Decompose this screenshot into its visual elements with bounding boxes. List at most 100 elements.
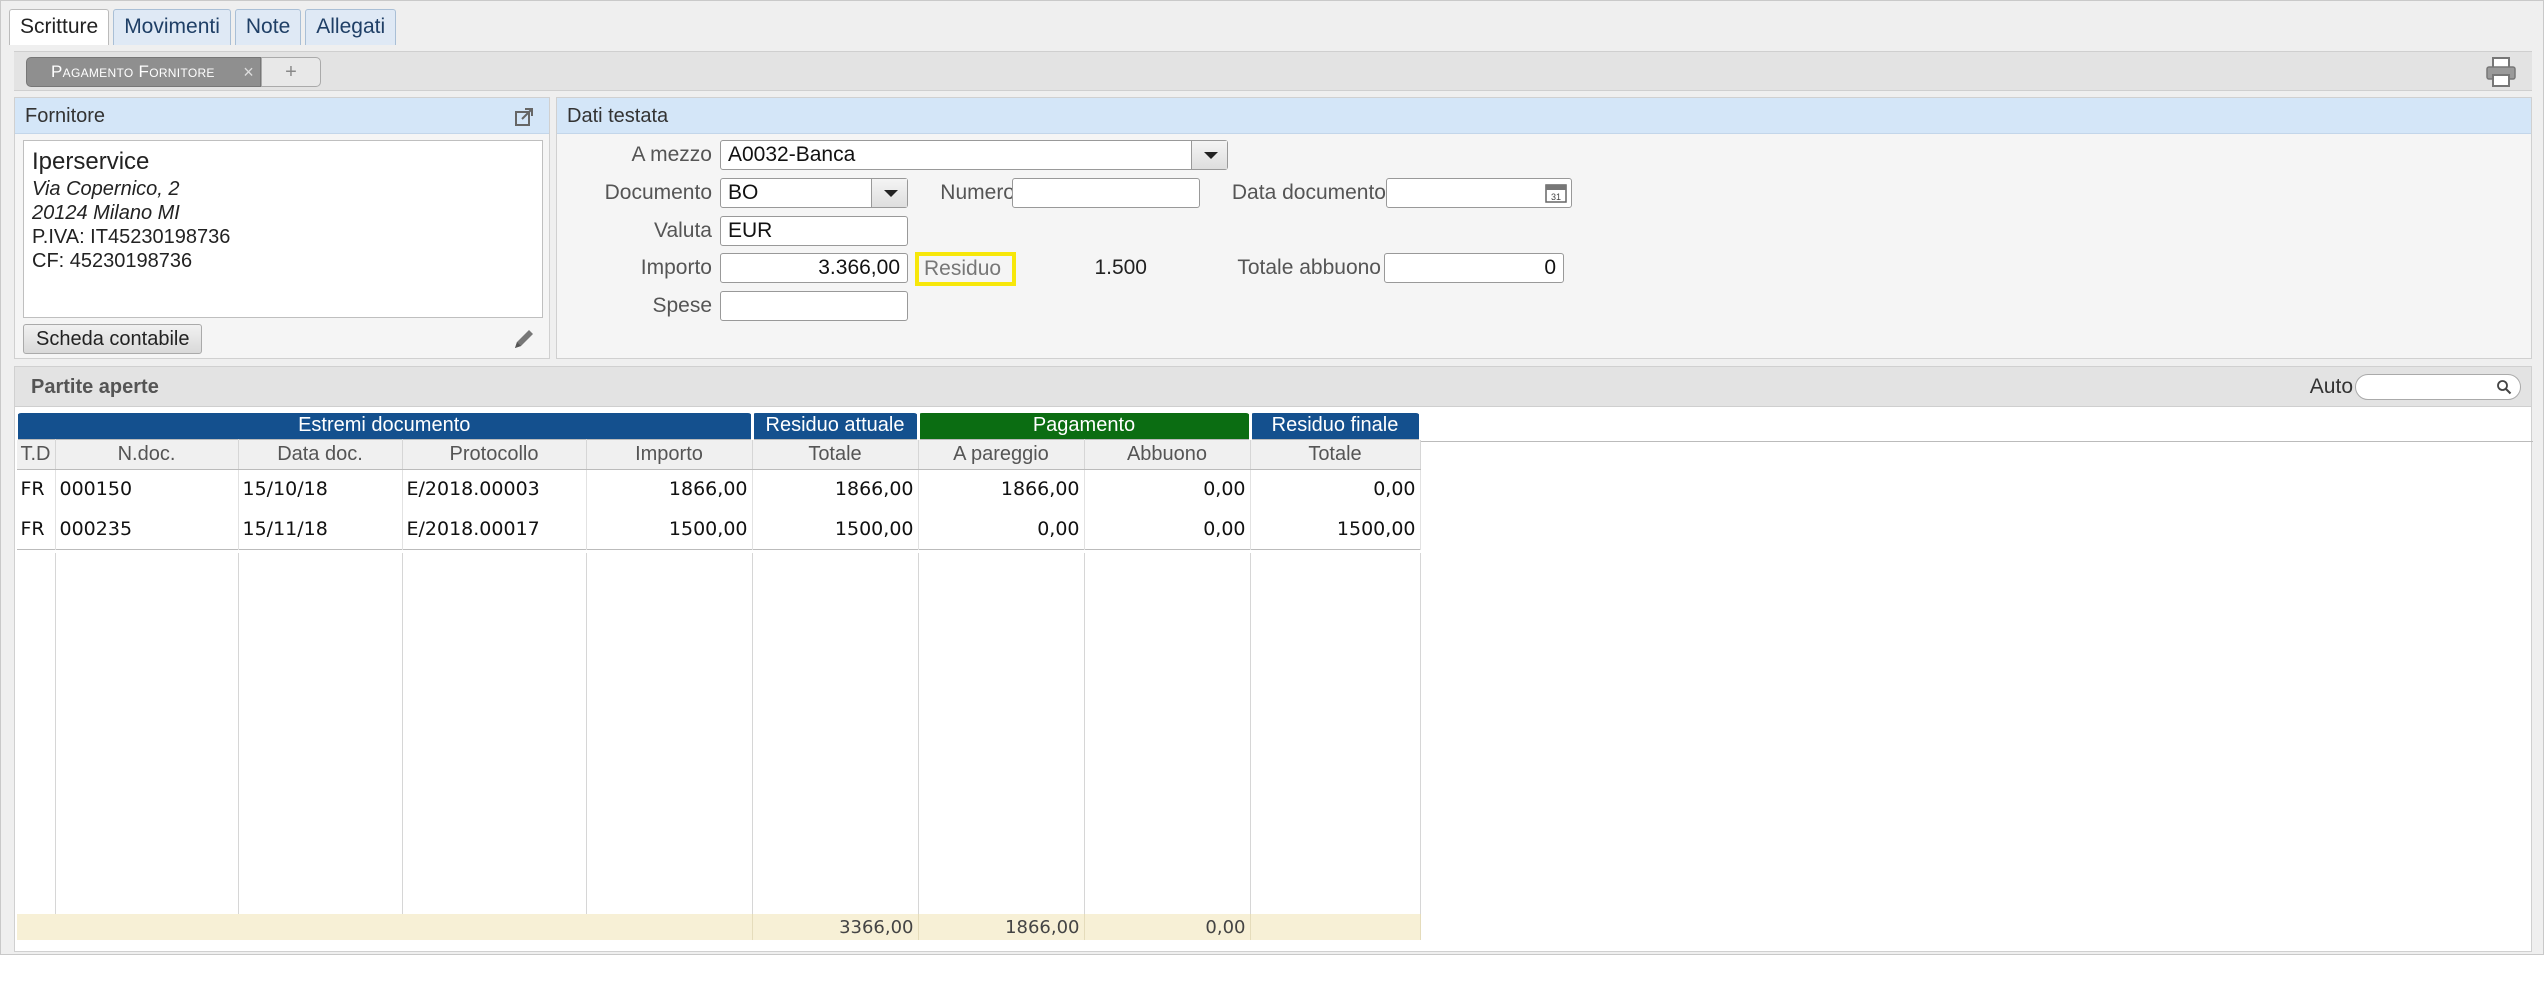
supplier-name: Iperservice <box>32 148 150 175</box>
a-mezzo-label: A mezzo <box>631 143 712 166</box>
spese-field[interactable] <box>720 291 908 321</box>
col-protocollo[interactable]: Protocollo <box>402 438 587 470</box>
cell-ndoc: 000150 <box>55 469 239 509</box>
totals-spacer <box>16 914 753 940</box>
header-data-panel: Dati testata A mezzo A0032-Banca Documen… <box>556 97 2532 359</box>
col-ndoc[interactable]: N.doc. <box>55 438 239 470</box>
col-data-doc[interactable]: Data doc. <box>238 438 403 470</box>
cell-importo: 1866,00 <box>586 469 753 509</box>
supplier-title: Fornitore <box>25 105 106 127</box>
cell-data-doc: 15/10/18 <box>238 469 403 509</box>
tab-scritture[interactable]: Scritture <box>9 9 110 45</box>
open-items-title: Partite aperte <box>31 376 159 398</box>
auto-search-input[interactable] <box>2355 374 2521 400</box>
open-items-panel: Partite aperte Auto Estremi documento Re… <box>14 366 2533 952</box>
open-items-header: Partite aperte Auto <box>15 367 2531 407</box>
documento-label: Documento <box>604 181 712 204</box>
importo-field[interactable]: 3.366,00 <box>720 253 908 283</box>
cell-td: FR <box>16 469 56 509</box>
residuo-label: Residuo <box>915 252 1016 286</box>
cell-protocollo: E/2018.00003 <box>402 469 587 509</box>
totals-row: 3366,00 1866,00 0,00 <box>16 914 1421 940</box>
cell-abbuono[interactable]: 0,00 <box>1084 469 1251 509</box>
calendar-icon[interactable]: 31 <box>1545 183 1567 203</box>
document-toolbar: Pagamento Fornitore × + <box>14 51 2532 91</box>
grid-header-line <box>1417 441 2533 442</box>
column-header-row: T.D N.doc. Data doc. Protocollo Importo … <box>16 438 1421 470</box>
chevron-down-icon[interactable] <box>1191 141 1227 169</box>
cell-residuo-totale: 1500,00 <box>752 509 919 549</box>
cell-td: FR <box>16 509 56 549</box>
documento-value: BO <box>728 181 759 204</box>
spese-label: Spese <box>652 294 712 317</box>
col-residuo-totale[interactable]: Totale <box>752 438 919 470</box>
tab-movimenti[interactable]: Movimenti <box>113 9 231 45</box>
supplier-cf: CF: 45230198736 <box>32 250 193 272</box>
detach-icon[interactable] <box>513 106 535 128</box>
printer-icon[interactable] <box>2484 56 2518 88</box>
total-abbuono: 0,00 <box>1084 914 1251 940</box>
supplier-panel: Fornitore Iperservice Via Copernico, 2 2… <box>14 97 550 359</box>
col-importo[interactable]: Importo <box>586 438 753 470</box>
total-finale <box>1250 914 1421 940</box>
valuta-label: Valuta <box>654 219 712 242</box>
close-icon[interactable]: × <box>243 58 254 86</box>
cell-residuo-totale: 1866,00 <box>752 469 919 509</box>
col-a-pareggio[interactable]: A pareggio <box>918 438 1085 470</box>
doc-tab-label: Pagamento Fornitore <box>51 62 215 81</box>
numero-label: Numero <box>940 181 1015 204</box>
cell-abbuono[interactable]: 0,00 <box>1084 509 1251 549</box>
supplier-address: Iperservice Via Copernico, 2 20124 Milan… <box>23 140 543 318</box>
total-residuo-attuale: 3366,00 <box>752 914 919 940</box>
table-row[interactable]: FR 000235 15/11/18 E/2018.00017 1500,00 … <box>16 509 1421 549</box>
group-pagamento: Pagamento <box>916 413 1252 439</box>
cell-finale-totale: 1500,00 <box>1250 509 1421 549</box>
scheda-contabile-button[interactable]: Scheda contabile <box>23 324 203 354</box>
add-doc-tab-button[interactable]: + <box>261 57 321 87</box>
search-icon <box>2497 380 2512 395</box>
svg-text:31: 31 <box>1551 192 1561 202</box>
supplier-piva: P.IVA: IT45230198736 <box>32 226 231 248</box>
group-residuo-finale: Residuo finale <box>1248 413 1422 439</box>
cell-protocollo: E/2018.00017 <box>402 509 587 549</box>
a-mezzo-select[interactable]: A0032-Banca <box>720 140 1228 170</box>
chevron-down-icon[interactable] <box>871 179 907 207</box>
cell-a-pareggio[interactable]: 0,00 <box>918 509 1085 549</box>
importo-label: Importo <box>640 256 712 279</box>
doc-tab-pagamento-fornitore[interactable]: Pagamento Fornitore × <box>26 57 261 87</box>
group-header-row: Estremi documento Residuo attuale Pagame… <box>15 413 1422 439</box>
group-residuo-attuale: Residuo attuale <box>750 413 920 439</box>
cell-ndoc: 000235 <box>55 509 239 549</box>
header-data-title: Dati testata <box>557 98 2531 134</box>
cell-importo: 1500,00 <box>586 509 753 549</box>
empty-rows-area <box>16 553 1421 914</box>
data-documento-label: Data documento <box>1231 181 1386 204</box>
a-mezzo-value: A0032-Banca <box>728 143 856 166</box>
tab-note[interactable]: Note <box>234 9 302 45</box>
residuo-value: 1.500 <box>1094 256 1147 279</box>
valuta-field[interactable]: EUR <box>720 216 908 246</box>
app-frame: Scritture Movimenti Note Allegati Pagame… <box>0 0 2544 955</box>
main-tabs: Scritture Movimenti Note Allegati <box>9 9 397 45</box>
tab-allegati[interactable]: Allegati <box>305 9 397 45</box>
col-finale-totale[interactable]: Totale <box>1250 438 1421 470</box>
col-abbuono[interactable]: Abbuono <box>1084 438 1251 470</box>
cell-data-doc: 15/11/18 <box>238 509 403 549</box>
col-td[interactable]: T.D <box>16 438 56 470</box>
supplier-address-line1: Via Copernico, 2 <box>32 178 180 200</box>
totale-abbuono-label: Totale abbuono <box>1237 256 1381 279</box>
group-estremi-documento: Estremi documento <box>15 413 754 439</box>
cell-a-pareggio[interactable]: 1866,00 <box>918 469 1085 509</box>
total-a-pareggio: 1866,00 <box>918 914 1085 940</box>
documento-select[interactable]: BO <box>720 178 908 208</box>
numero-field[interactable] <box>1012 178 1200 208</box>
table-row[interactable]: FR 000150 15/10/18 E/2018.00003 1866,00 … <box>16 469 1421 509</box>
supplier-panel-title: Fornitore <box>15 98 549 134</box>
data-documento-field[interactable]: 31 <box>1386 178 1572 208</box>
open-items-table: Estremi documento Residuo attuale Pagame… <box>15 413 1422 940</box>
totale-abbuono-field[interactable]: 0 <box>1384 253 1564 283</box>
auto-label: Auto <box>2309 375 2353 398</box>
supplier-address-line2: 20124 Milano MI <box>32 202 180 224</box>
pencil-icon[interactable] <box>511 326 537 352</box>
cell-finale-totale: 0,00 <box>1250 469 1421 509</box>
